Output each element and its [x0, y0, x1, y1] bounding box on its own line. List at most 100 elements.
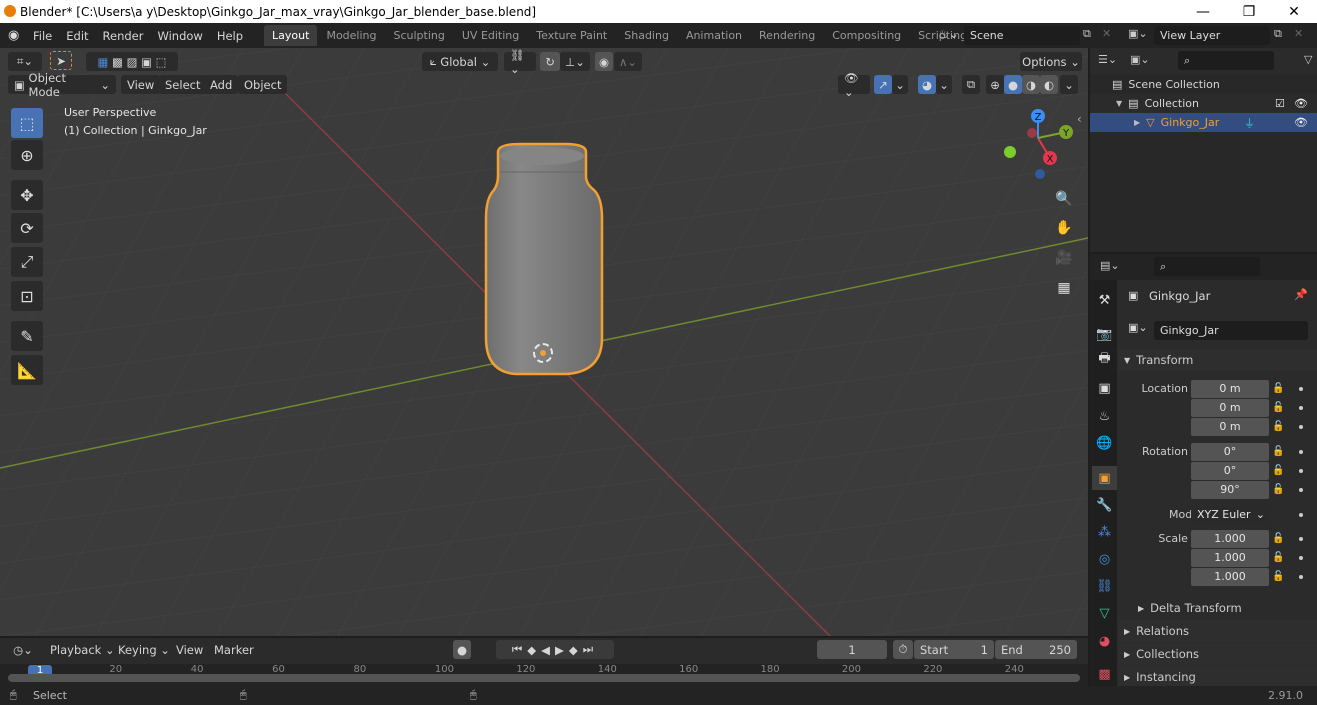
gizmo-toggle[interactable]: ↗	[874, 75, 892, 94]
select-invert-icon[interactable]: ▣	[141, 55, 152, 69]
keyframe-dot[interactable]	[1299, 468, 1303, 473]
use-preview-range-toggle[interactable]: ⏱	[893, 640, 913, 659]
rendered-shading-button[interactable]: ◐	[1040, 75, 1058, 94]
camera-view-button[interactable]: 🎥	[1051, 245, 1077, 271]
rotation-y-field[interactable]: 0°	[1191, 461, 1269, 480]
rotation-mode-dropdown[interactable]: XYZ Euler ⌄	[1191, 505, 1269, 524]
tweak-tool-icon[interactable]: ➤	[50, 51, 72, 70]
lock-icon[interactable]: 🔓	[1272, 571, 1284, 582]
scale-x-field[interactable]: 1.000	[1191, 529, 1269, 548]
menu-window[interactable]: Window	[150, 29, 209, 43]
play-reverse-icon[interactable]: ◀	[541, 643, 555, 657]
keyframe-dot[interactable]	[1299, 536, 1303, 541]
timeline-scrollbar[interactable]	[8, 674, 1080, 682]
lock-icon[interactable]: 🔓	[1272, 402, 1284, 413]
keyframe-dot[interactable]	[1299, 487, 1303, 492]
jump-end-icon[interactable]: ⏭	[583, 642, 598, 657]
delta-transform-header[interactable]: ▶ Delta Transform	[1118, 597, 1317, 619]
pan-view-button[interactable]: ✋	[1051, 215, 1077, 241]
tab-texture-paint[interactable]: Texture Paint	[528, 25, 615, 46]
scene-selector-icon[interactable]: ♨⌄	[938, 27, 959, 41]
lock-icon[interactable]: 🔓	[1272, 552, 1284, 563]
blender-menu-icon[interactable]: ◉	[8, 28, 26, 43]
mode-dropdown[interactable]: ▣ Object Mode ⌄	[8, 71, 116, 99]
3d-cursor[interactable]	[533, 343, 553, 363]
timeline-menu-view[interactable]: View	[170, 640, 209, 659]
lock-icon[interactable]: 🔓	[1272, 465, 1284, 476]
lock-icon[interactable]: 🔓	[1272, 421, 1284, 432]
collections-header[interactable]: ▶ Collections	[1118, 643, 1317, 665]
select-extend-icon[interactable]: ▩	[112, 55, 123, 69]
outliner-row-collection[interactable]: ▼ ▤ Collection ☑ 👁	[1090, 94, 1317, 113]
tab-particles[interactable]: ⁂	[1092, 520, 1117, 544]
timeline-menu-marker[interactable]: Marker	[208, 640, 260, 659]
close-button[interactable]: ✕	[1271, 0, 1317, 23]
lock-icon[interactable]: 🔓	[1272, 383, 1284, 394]
proportional-falloff-dropdown[interactable]: ∧⌄	[614, 52, 642, 71]
snap-toggle[interactable]: ↻	[540, 52, 560, 71]
material-shading-button[interactable]: ◑	[1022, 75, 1040, 94]
menu-help[interactable]: Help	[210, 29, 250, 43]
navigation-gizmo[interactable]: Z X Y	[998, 108, 1084, 188]
timeline-editor-type-button[interactable]: ◷⌄	[8, 640, 38, 659]
minimize-button[interactable]: —	[1180, 0, 1226, 23]
relations-header[interactable]: ▶ Relations	[1118, 620, 1317, 642]
transform-orientation-dropdown[interactable]: ⟀ Global ⌄	[422, 52, 498, 71]
properties-search-input[interactable]: ⌕	[1154, 257, 1260, 276]
instancing-header[interactable]: ▶ Instancing	[1118, 666, 1317, 688]
keyframe-dot[interactable]	[1299, 449, 1303, 454]
rotate-tool[interactable]: ⟳	[11, 213, 43, 243]
tab-modeling[interactable]: Modeling	[318, 25, 384, 46]
tab-shading[interactable]: Shading	[616, 25, 677, 46]
select-new-icon[interactable]: ▦	[98, 55, 109, 69]
display-mode-icon[interactable]: ▣⌄	[1130, 53, 1150, 66]
keyframe-dot[interactable]	[1299, 386, 1303, 391]
exclude-checkbox[interactable]: ☑	[1275, 97, 1285, 110]
remove-view-layer-icon[interactable]: ✕	[1294, 27, 1303, 40]
keyframe-dot[interactable]	[1299, 574, 1303, 579]
keyframe-dot[interactable]	[1299, 424, 1303, 429]
tab-scene[interactable]: ♨	[1092, 404, 1117, 428]
snap-target-dropdown[interactable]: ⊥⌄	[560, 52, 590, 71]
measure-tool[interactable]: 📐	[11, 355, 43, 385]
scale-y-field[interactable]: 1.000	[1191, 548, 1269, 567]
shading-dropdown[interactable]: ⌄	[1060, 75, 1078, 94]
expand-arrow-icon[interactable]: ▼	[1116, 99, 1122, 108]
annotate-tool[interactable]: ✎	[11, 321, 43, 351]
keyframe-dot[interactable]	[1299, 405, 1303, 410]
proportional-edit-toggle[interactable]: ◉	[595, 52, 613, 71]
gizmo-dropdown[interactable]: ⌄	[892, 75, 908, 94]
outliner-row-scene-collection[interactable]: ▤ Scene Collection	[1090, 75, 1317, 94]
sidebar-toggle-icon[interactable]: ‹	[1077, 112, 1082, 126]
new-view-layer-icon[interactable]: ⧉	[1274, 27, 1282, 41]
visibility-eye-icon[interactable]: 👁	[1294, 97, 1308, 110]
tab-constraints[interactable]: ⛓	[1092, 574, 1117, 598]
tab-tool[interactable]: ⚒	[1092, 288, 1117, 312]
tab-compositing[interactable]: Compositing	[824, 25, 909, 46]
end-frame-field[interactable]: End 250	[995, 640, 1077, 659]
visibility-dropdown[interactable]: 👁⌄	[838, 71, 870, 99]
tab-animation[interactable]: Animation	[678, 25, 750, 46]
object-data-dropdown[interactable]: ▣⌄	[1128, 321, 1148, 334]
prev-keyframe-icon[interactable]: ◆	[527, 643, 541, 657]
outliner-search-input[interactable]: ⌕	[1178, 51, 1274, 70]
menu-file[interactable]: File	[26, 29, 59, 43]
tab-object[interactable]: ▣	[1092, 466, 1117, 490]
transform-panel-header[interactable]: ▼ Transform	[1118, 349, 1317, 371]
menu-edit[interactable]: Edit	[59, 29, 95, 43]
expand-arrow-icon[interactable]: ▶	[1134, 118, 1140, 127]
tab-view-layer[interactable]: ▣	[1092, 376, 1117, 400]
auto-keying-toggle[interactable]: ●	[453, 640, 471, 659]
tab-rendering[interactable]: Rendering	[751, 25, 823, 46]
tab-uv-editing[interactable]: UV Editing	[454, 25, 527, 46]
editor-type-button[interactable]: ⌗⌄	[8, 52, 42, 71]
tab-world[interactable]: 🌐	[1092, 431, 1117, 455]
new-scene-icon[interactable]: ⧉	[1083, 27, 1091, 41]
tab-texture[interactable]: ▩	[1092, 662, 1117, 686]
cursor-tool[interactable]: ⊕	[11, 140, 43, 170]
filter-icon[interactable]: ▽	[1304, 53, 1312, 66]
location-z-field[interactable]: 0 m	[1191, 417, 1269, 436]
object-name-field[interactable]: Ginkgo_Jar	[1154, 321, 1308, 340]
move-tool[interactable]: ✥	[11, 180, 43, 210]
timeline-menu-keying[interactable]: Keying ⌄	[112, 640, 176, 659]
